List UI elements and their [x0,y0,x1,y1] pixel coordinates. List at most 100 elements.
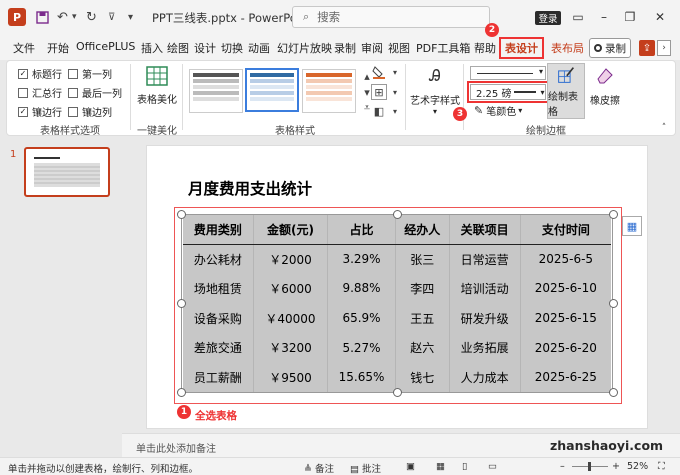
minimize-icon[interactable]: – [592,6,616,28]
table-cell[interactable]: 张三 [394,244,450,274]
zoom-level[interactable]: 52% [627,461,648,472]
column-header[interactable]: 经办人 [394,215,450,245]
resize-handle[interactable] [177,210,186,219]
zoom-in-icon[interactable]: + [612,461,620,472]
customize-icon[interactable]: ⊽ [108,9,115,25]
share-icon[interactable]: ⇪ [639,40,655,56]
first-column-checkbox[interactable]: 第一列 [68,66,112,81]
tab-review[interactable]: 审阅 [361,40,383,56]
resize-handle[interactable] [609,388,618,397]
column-header[interactable]: 费用类别 [183,215,254,245]
table-cell[interactable]: ￥3200 [252,332,328,363]
tab-animations[interactable]: 动画 [248,40,270,56]
table-cell[interactable]: 2025-6-25 [519,362,611,392]
table-beautify-button[interactable]: 表格美化 [137,66,177,106]
slideshow-icon[interactable]: ▭ [488,461,497,472]
tab-help[interactable]: 帮助 [474,40,496,56]
tab-home[interactable]: 开始 [47,40,69,56]
tab-insert[interactable]: 插入 [141,40,163,56]
more-icon[interactable]: ▾ [128,9,133,25]
resize-handle[interactable] [393,210,402,219]
table-cell[interactable]: 场地租赁 [183,274,253,304]
slide-thumbnail[interactable] [24,147,110,197]
redo-icon[interactable]: ↻ [86,9,97,25]
column-header[interactable]: 支付时间 [519,215,611,245]
normal-view-icon[interactable]: ▣ [406,461,415,472]
pen-color-button[interactable]: ✎ 笔颜色 ▾ [474,103,522,118]
table-cell[interactable]: ￥2000 [252,244,328,274]
table-cell[interactable]: 人力成本 [448,362,521,392]
table-cell[interactable]: 钱七 [394,362,450,392]
record-button[interactable]: 录制 [589,38,631,58]
tab-pdf-tools[interactable]: PDF工具箱 [416,40,470,56]
notes-toggle-button[interactable]: ≜ 备注 [304,461,334,475]
table-cell[interactable]: 李四 [394,273,450,304]
resize-handle[interactable] [609,299,618,308]
resize-handle[interactable] [177,388,186,397]
table-cell[interactable]: 3.29% [327,244,396,274]
collapse-ribbon-icon[interactable]: ˄ [656,120,672,136]
zoom-out-icon[interactable]: – [560,461,565,472]
last-column-checkbox[interactable]: 最后一列 [68,85,122,100]
tab-file[interactable]: 文件 [13,40,35,56]
column-header[interactable]: 金额(元) [252,215,328,245]
ribbon-display-icon[interactable]: ▭ [566,6,590,28]
reading-view-icon[interactable]: ▯ [462,461,467,472]
table-cell[interactable]: ￥6000 [252,273,328,304]
eraser-button[interactable]: 橡皮擦 [590,66,620,107]
restore-icon[interactable]: ❐ [618,6,642,28]
resize-handle[interactable] [177,299,186,308]
table-cell[interactable]: 培训活动 [448,273,521,304]
effects-icon[interactable]: ◧ [371,103,387,119]
borders-dropdown-icon[interactable]: ▾ [387,84,403,100]
search-input[interactable]: ⌕ 搜索 [292,6,490,28]
table-cell[interactable]: 2025-6-5 [519,244,611,274]
table-cell[interactable]: ￥9500 [252,362,328,392]
shading-dropdown-icon[interactable]: ▾ [387,64,403,80]
tab-draw[interactable]: 绘图 [167,40,189,56]
tab-record[interactable]: 录制 [334,40,356,56]
pen-style-dropdown[interactable]: ▾ [470,66,546,80]
table-cell[interactable]: 日常运营 [448,244,521,274]
header-row-checkbox[interactable]: ✓ 标题行 [18,66,62,81]
table-cell[interactable]: 设备采购 [183,303,253,333]
fit-slide-icon[interactable]: ⛶ [658,461,665,472]
slide-sorter-icon[interactable]: ▦ [436,461,445,472]
resize-handle[interactable] [609,210,618,219]
table-cell[interactable]: 65.9% [327,303,396,333]
close-icon[interactable]: ✕ [648,6,672,28]
tab-view[interactable]: 视图 [388,40,410,56]
table-cell[interactable]: ￥40000 [252,303,328,333]
expense-table[interactable]: 费用类别 金额(元) 占比 经办人 关联项目 支付时间 办公耗材 ￥2000 3… [183,215,611,392]
slide-title[interactable]: 月度费用支出统计 [188,177,312,199]
table-style-blue[interactable] [245,68,299,112]
shading-icon[interactable] [371,64,387,80]
tab-table-layout[interactable]: 表布局 [551,40,584,56]
table-cell[interactable]: 研发升级 [448,303,521,333]
table-cell[interactable]: 赵六 [394,332,450,363]
table-cell[interactable]: 业务拓展 [448,332,521,363]
tab-slideshow[interactable]: 幻灯片放映 [277,40,332,56]
table-cell[interactable]: 2025-6-20 [519,332,611,363]
table-cell[interactable]: 5.27% [327,332,396,363]
resize-handle[interactable] [393,388,402,397]
column-header[interactable]: 关联项目 [448,215,521,245]
wordart-styles-button[interactable]: Ꭿ 艺术字样式 ▾ [410,66,460,116]
tab-design[interactable]: 设计 [194,40,216,56]
undo-icon[interactable]: ↶ [57,9,68,25]
zoom-slider-thumb[interactable] [588,462,591,471]
comments-toggle-button[interactable]: ▤ 批注 [350,461,381,475]
undo-dropdown-icon[interactable]: ▾ [72,9,77,25]
layout-options-icon[interactable]: ▦ [622,216,642,236]
table-cell[interactable]: 15.65% [327,362,396,392]
login-button[interactable]: 登录 [535,11,561,25]
table-style-gray[interactable] [189,69,243,113]
table-cell[interactable]: 2025-6-10 [519,273,611,304]
table-cell[interactable]: 9.88% [327,273,396,304]
draw-table-button[interactable]: 绘制表格 [547,63,585,119]
borders-icon[interactable]: ⊞ [371,84,387,100]
tab-transitions[interactable]: 切换 [221,40,243,56]
table-style-orange[interactable] [302,69,356,113]
table-cell[interactable]: 王五 [394,303,450,333]
table-cell[interactable]: 2025-6-15 [519,303,611,333]
